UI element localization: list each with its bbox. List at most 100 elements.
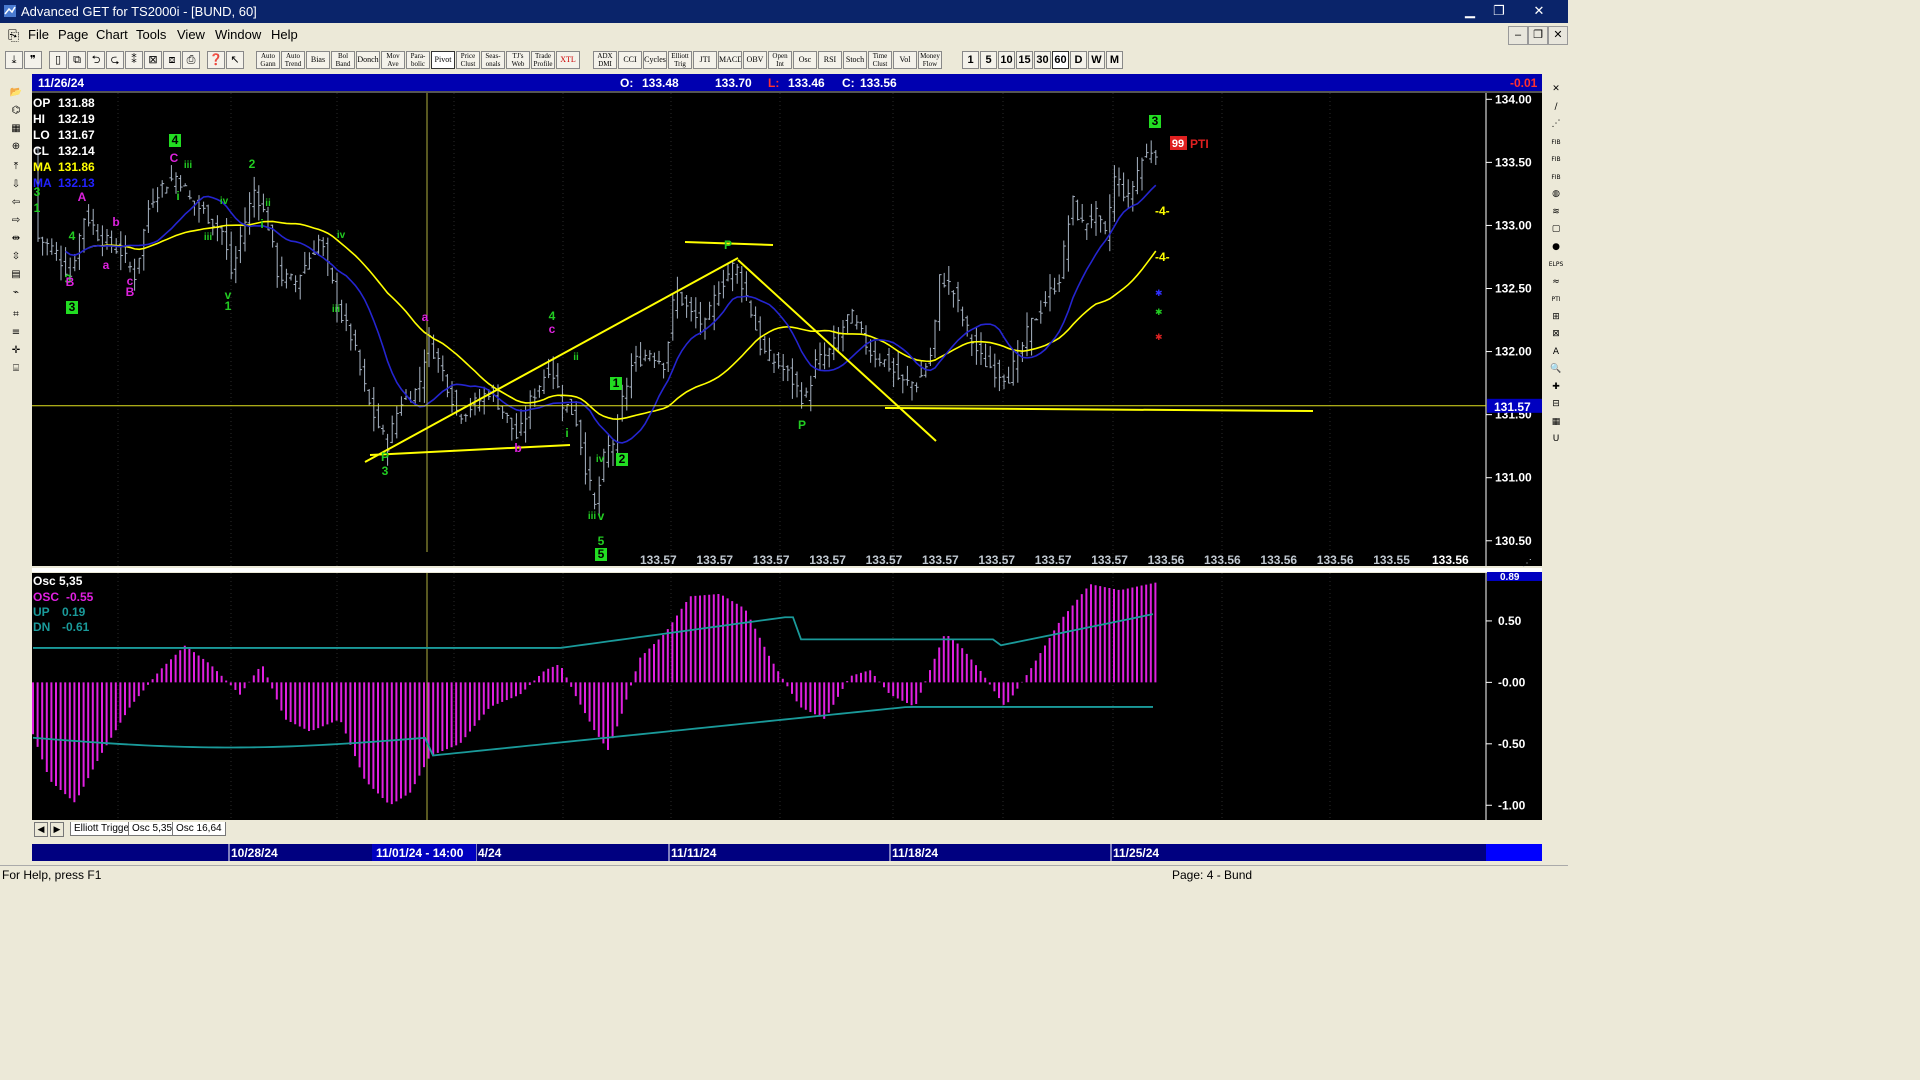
projection-value: 133.57 [696, 553, 733, 567]
readout-label: LO [33, 128, 50, 142]
osc-label: OSC [33, 590, 59, 604]
osc-value: -0.55 [66, 590, 94, 604]
readout-label: MA [33, 160, 52, 174]
wave-label: 1 [613, 376, 620, 390]
wave-label: B [66, 275, 75, 289]
header-high-value: 133.70 [715, 76, 752, 90]
projection-value: 133.55 [1373, 553, 1410, 567]
projection-value: 133.57 [922, 553, 959, 567]
date-axis-corner [1486, 844, 1542, 861]
status-bar: For Help, press F1 Page: 4 - Bund [0, 865, 1568, 883]
wave-label: 1 [34, 201, 41, 215]
wave-label: a [422, 310, 429, 324]
panel-border [32, 91, 1542, 93]
wave-label: B [126, 285, 135, 299]
wave-label: iii [184, 160, 193, 171]
wave-label: v [598, 509, 605, 523]
price-tick-label: 132.50 [1495, 282, 1532, 296]
price-tick-label: 130.50 [1495, 534, 1532, 548]
readout-value: 131.67 [58, 128, 95, 142]
wave-label: ii [573, 352, 579, 363]
date-axis-label: 11/11/24 [671, 846, 717, 860]
wave-label: P [724, 238, 732, 252]
osc-tick-label: -0.00 [1498, 675, 1526, 689]
projection-value: 133.57 [1091, 553, 1128, 567]
wave-label: 3 [69, 300, 76, 314]
wave-label: 3 [34, 185, 41, 199]
wave-label: iii [588, 511, 597, 522]
projection-value: 133.56 [1317, 553, 1354, 567]
date-axis-label: 11/18/24 [892, 846, 938, 860]
header-close-label: C: [842, 76, 855, 90]
readout-value: 132.13 [58, 176, 95, 190]
wave-label: iv [220, 196, 229, 207]
tab-osc-5-35[interactable]: Osc 5,35 [128, 822, 177, 836]
osc-tick-label: -0.50 [1498, 737, 1526, 751]
signal-marker-icon: ✱ [1155, 307, 1163, 317]
projection-value: 133.56 [1148, 553, 1185, 567]
header-low-value: 133.46 [788, 76, 825, 90]
projection-value: 133.57 [978, 553, 1015, 567]
projection-value: 133.57 [809, 553, 846, 567]
header-close-value: 133.56 [860, 76, 897, 90]
wave-label: 5 [598, 534, 605, 548]
target-marker: -4- [1155, 204, 1170, 218]
tab-elliott-trigger[interactable]: Elliott Trigger [70, 822, 137, 836]
header-change: -0.01 [1510, 76, 1538, 90]
wave-label: 4 [69, 229, 76, 243]
projection-value: 133.57 [866, 553, 903, 567]
tab-next-icon[interactable]: ▶ [50, 822, 64, 837]
wave-label: i [176, 189, 179, 203]
readout-label: CL [33, 144, 49, 158]
tab-prev-icon[interactable]: ◀ [34, 822, 48, 837]
date-axis-label: 11/25/24 [1113, 846, 1159, 860]
osc-up-label: UP [33, 605, 50, 619]
osc-dn-value: -0.61 [62, 620, 90, 634]
wave-label: C [170, 151, 179, 165]
wave-label: 2 [249, 157, 256, 171]
study-tab-strip: ◀ ▶ Elliott Trigger Osc 5,35 Osc 16,64 [32, 821, 1487, 837]
date-axis-label: 4/24 [478, 846, 502, 860]
wave-label: A [78, 190, 87, 204]
wave-label: iii [204, 232, 213, 243]
tab-osc-16-64[interactable]: Osc 16,64 [172, 822, 226, 836]
readout-value: 131.86 [58, 160, 95, 174]
readout-value: 131.88 [58, 96, 95, 110]
wave-label: iv [596, 454, 605, 465]
readout-label: OP [33, 96, 50, 110]
wave-label: 3 [1152, 114, 1159, 128]
projection-value: 133.57 [753, 553, 790, 567]
date-highlight-label: 11/01/24 - 14:00 [376, 846, 464, 860]
wave-label: i [260, 217, 263, 231]
panel-splitter[interactable] [32, 568, 1542, 572]
projection-value: 133.57 [1035, 553, 1072, 567]
signal-marker-icon: ✱ [1155, 288, 1163, 298]
projection-value: 133.57 [640, 553, 677, 567]
resize-grip-icon[interactable]: ⋰ [1522, 558, 1532, 569]
price-level-label: 131.57 [1494, 400, 1531, 414]
wave-label: iii [332, 304, 341, 315]
osc-up-value: 0.19 [62, 605, 86, 619]
status-page: Page: 4 - Bund [1172, 868, 1253, 882]
header-low-label: L: [768, 76, 779, 90]
header-open-label: O: [620, 76, 633, 90]
price-tick-label: 134.00 [1495, 92, 1532, 106]
wave-label: ii [265, 198, 271, 209]
readout-label: HI [33, 112, 45, 126]
price-header-bar [32, 74, 1542, 91]
chart-area[interactable]: 11/26/24 O: 133.48 133.70 L: 133.46 C: 133.56 -0… [0, 0, 1568, 882]
readout-value: 132.19 [58, 112, 95, 126]
wave-label: c [549, 322, 556, 336]
price-tick-label: 131.00 [1495, 471, 1532, 485]
wave-label: 1 [225, 299, 232, 313]
projection-value: 133.56 [1204, 553, 1241, 567]
wave-label: b [514, 441, 521, 455]
osc-top-value: 0.89 [1500, 572, 1520, 583]
header-date: 11/26/24 [38, 76, 84, 90]
readout-value: 132.14 [58, 144, 95, 158]
wave-label: 4 [549, 309, 556, 323]
status-help: For Help, press F1 [2, 868, 102, 882]
wave-label: P [381, 450, 389, 464]
header-open-value: 133.48 [642, 76, 679, 90]
wave-label: 3 [382, 464, 389, 478]
